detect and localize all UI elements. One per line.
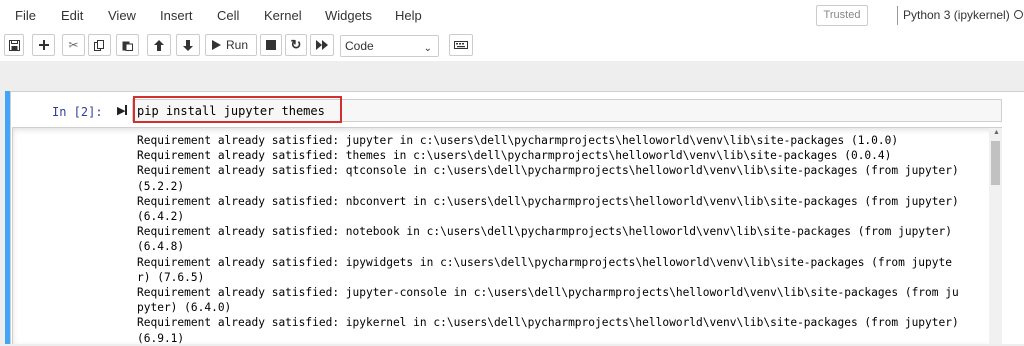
- output-line: r) (7.6.5): [137, 270, 205, 284]
- menu-view[interactable]: View: [108, 8, 136, 23]
- fast-forward-icon: [316, 40, 328, 50]
- restart-icon: ↻: [290, 37, 302, 52]
- output-line: Requirement already satisfied: jupyter-c…: [137, 286, 959, 300]
- menu-edit[interactable]: Edit: [61, 8, 83, 23]
- kernel-status-icon: [1014, 10, 1023, 19]
- save-icon: [8, 39, 20, 51]
- highlight-box: [133, 96, 342, 123]
- scroll-up-icon[interactable]: ▲: [993, 129, 1000, 136]
- cell-type-select[interactable]: Code ⌄: [340, 35, 439, 57]
- run-icon: [212, 40, 221, 50]
- command-palette-button[interactable]: [449, 34, 473, 56]
- chevron-down-icon: ⌄: [423, 43, 432, 54]
- output-line: (6.4.2): [137, 210, 185, 224]
- paste-button[interactable]: [116, 34, 139, 56]
- output-line: Requirement already satisfied: qtconsole…: [137, 164, 959, 178]
- run-cell-icon[interactable]: ▶: [117, 104, 127, 117]
- menu-file[interactable]: File: [15, 8, 36, 23]
- output-text: Requirement already satisfied: jupyter i…: [137, 133, 989, 346]
- menu-widgets[interactable]: Widgets: [325, 8, 372, 23]
- move-down-button[interactable]: [176, 34, 200, 56]
- output-line: Requirement already satisfied: ipywidget…: [137, 255, 952, 269]
- output-line: pyter) (6.4.0): [137, 301, 232, 315]
- copy-button[interactable]: [88, 34, 111, 56]
- add-cell-icon: [38, 40, 49, 50]
- toolbar: ✂ Run ↻: [0, 31, 1024, 61]
- menubar: File Edit View Insert Cell Kernel Widget…: [0, 0, 1024, 31]
- run-label: Run: [226, 38, 249, 52]
- output-line: Requirement already satisfied: nbconvert…: [137, 194, 959, 208]
- add-cell-button[interactable]: [32, 34, 55, 56]
- output-line: Requirement already satisfied: jupyter i…: [137, 134, 899, 147]
- kernel-separator: [897, 6, 898, 25]
- cut-button[interactable]: ✂: [62, 34, 85, 56]
- menu-cell[interactable]: Cell: [217, 8, 239, 23]
- output-line: (5.2.2): [137, 179, 185, 193]
- copy-icon: [94, 39, 105, 51]
- keyboard-icon: [454, 41, 468, 49]
- move-down-icon: [183, 39, 193, 51]
- menu-kernel[interactable]: Kernel: [264, 8, 302, 23]
- output-line: Requirement already satisfied: notebook …: [137, 225, 952, 239]
- stop-icon: [266, 40, 276, 50]
- move-up-icon: [154, 39, 164, 51]
- header-spacer: [0, 61, 1024, 77]
- save-button[interactable]: [4, 34, 24, 56]
- paste-icon: [122, 40, 133, 51]
- scrollbar-thumb[interactable]: [991, 141, 1000, 185]
- cell-type-value: Code: [345, 39, 374, 53]
- trusted-badge[interactable]: Trusted: [816, 5, 868, 26]
- cut-icon: ✂: [68, 38, 79, 52]
- menu-insert[interactable]: Insert: [160, 8, 193, 23]
- output-line: (6.4.8): [137, 240, 185, 254]
- kernel-name[interactable]: Python 3 (ipykernel): [903, 8, 1010, 22]
- output-line: Requirement already satisfied: ipykernel…: [137, 316, 959, 330]
- move-up-button[interactable]: [147, 34, 171, 56]
- input-prompt: In [2]:: [52, 105, 103, 119]
- restart-run-all-button[interactable]: [310, 34, 334, 56]
- run-button[interactable]: Run: [205, 34, 257, 56]
- restart-button[interactable]: ↻: [285, 34, 307, 56]
- output-line: Requirement already satisfied: themes in…: [137, 149, 892, 163]
- menu-help[interactable]: Help: [395, 8, 422, 23]
- stop-button[interactable]: [260, 34, 282, 56]
